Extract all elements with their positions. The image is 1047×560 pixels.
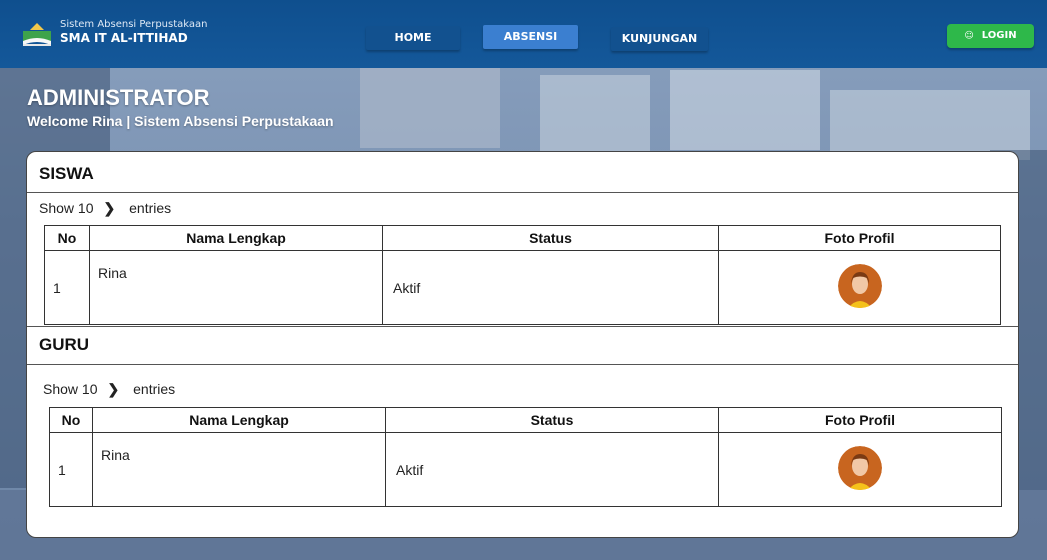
cell-foto [718,250,1001,325]
page-subtitle: Welcome Rina | Sistem Absensi Perpustaka… [27,113,334,129]
col-header-no: No [49,407,93,433]
cell-status: Aktif [382,250,719,325]
table-header-row: No Nama Lengkap Status Foto Profil [44,225,1001,251]
siswa-entries-selector: Show 10 ❯ entries [39,200,171,217]
nav-kunjungan-button[interactable]: KUNJUNGAN [611,27,708,51]
cell-foto [718,432,1002,507]
col-header-nama: Nama Lengkap [89,225,383,251]
page-title: ADMINISTRATOR [27,85,210,110]
guru-section-title: GURU [39,335,90,354]
entries-select[interactable]: 10 ❯ [78,200,125,216]
avatar [837,264,882,308]
col-header-foto: Foto Profil [718,225,1001,251]
user-icon: ☺ [964,31,974,41]
chevron-down-icon: ❯ [103,200,116,216]
siswa-section-title: SISWA [39,164,94,183]
col-header-status: Status [385,407,719,433]
divider [27,192,1018,193]
nav-home-button[interactable]: HOME [366,26,460,50]
siswa-table: No Nama Lengkap Status Foto Profil 1 Rin… [44,225,1001,325]
brand-title: SMA IT AL-ITTIHAD [60,31,188,45]
entries-label: entries [133,381,176,397]
table-header-row: No Nama Lengkap Status Foto Profil [49,407,1002,433]
guru-table: No Nama Lengkap Status Foto Profil 1 Rin… [49,407,1002,507]
divider [27,326,1018,327]
table-row: 1 Rina Aktif [44,250,1001,325]
login-label: LOGIN [981,30,1017,41]
school-logo-icon [23,23,51,46]
cell-no: 1 [49,432,93,507]
nav-absensi-button[interactable]: ABSENSI [483,25,578,49]
entries-label: entries [129,200,172,216]
top-navbar: Sistem Absensi Perpustakaan SMA IT AL-IT… [0,0,1047,68]
cell-no: 1 [44,250,90,325]
cell-status: Aktif [385,432,719,507]
entries-select[interactable]: 10 ❯ [82,381,129,397]
col-header-nama: Nama Lengkap [92,407,386,433]
cell-nama: Rina [89,250,383,325]
col-header-no: No [44,225,90,251]
brand-subtitle: Sistem Absensi Perpustakaan [60,19,208,30]
table-row: 1 Rina Aktif [49,432,1002,507]
cell-nama: Rina [92,432,386,507]
avatar [838,446,882,490]
col-header-foto: Foto Profil [718,407,1002,433]
main-card: SISWA Show 10 ❯ entries No Nama Lengkap S… [26,151,1019,538]
show-label: Show [39,200,75,216]
guru-entries-selector: Show 10 ❯ entries [43,381,175,398]
divider [27,364,1018,365]
col-header-status: Status [382,225,719,251]
show-label: Show [43,381,79,397]
chevron-down-icon: ❯ [107,381,120,397]
login-button[interactable]: ☺ LOGIN [947,24,1034,48]
